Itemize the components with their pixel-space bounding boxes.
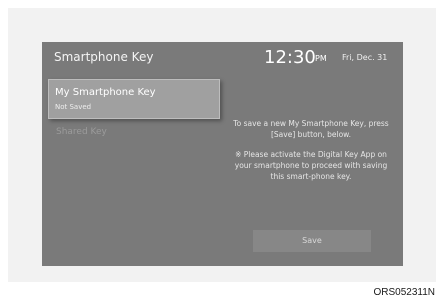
save-button[interactable]: Save [253, 230, 371, 252]
smartphone-key-screen: Smartphone Key 12:30 PM Fri, Dec. 31 My … [42, 42, 403, 266]
page-title: Smartphone Key [54, 50, 154, 64]
clock-date: Fri, Dec. 31 [342, 53, 388, 62]
figure-caption: ORS052311N [373, 287, 435, 298]
instruction-line-1: To save a new My Smartphone Key, press [… [233, 119, 389, 139]
list-item-label: My Smartphone Key [55, 87, 156, 98]
instruction-text: To save a new My Smartphone Key, press [… [232, 118, 390, 191]
list-item-my-smartphone-key[interactable]: My Smartphone Key Not Saved [48, 79, 220, 119]
list-item-shared-key[interactable]: Shared Key [56, 127, 107, 137]
clock-ampm: PM [315, 54, 327, 63]
clock-time: 12:30 [264, 47, 316, 68]
list-item-status: Not Saved [55, 103, 92, 111]
instruction-line-2: ※ Please activate the Digital Key App on… [234, 150, 388, 181]
